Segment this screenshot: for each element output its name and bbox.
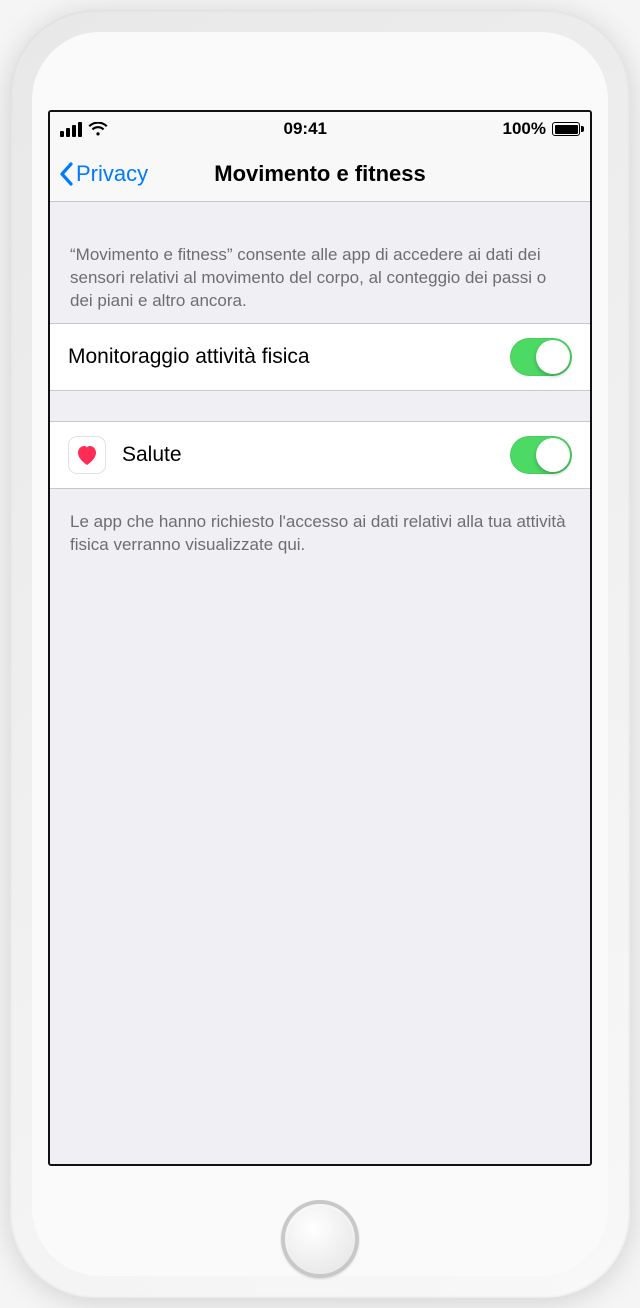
fitness-tracking-group: Monitoraggio attività fisica <box>50 323 590 391</box>
status-left <box>60 122 108 137</box>
back-button[interactable]: Privacy <box>58 161 148 187</box>
screen: 09:41 100% Privacy Movimento e fitness <box>48 110 592 1166</box>
battery-percent-label: 100% <box>503 119 546 139</box>
app-row-salute: Salute <box>50 422 590 488</box>
fitness-tracking-toggle[interactable] <box>510 338 572 376</box>
home-button[interactable] <box>281 1200 359 1278</box>
wifi-icon <box>88 122 108 137</box>
status-bar: 09:41 100% <box>50 112 590 146</box>
section-description-footer: Le app che hanno richiesto l'accesso ai … <box>50 489 590 567</box>
apps-group: Salute <box>50 421 590 489</box>
battery-icon <box>552 122 580 136</box>
back-button-label: Privacy <box>76 161 148 187</box>
fitness-tracking-label: Monitoraggio attività fisica <box>68 345 510 369</box>
chevron-left-icon <box>58 162 74 186</box>
health-app-icon <box>68 436 106 474</box>
app-row-toggle-salute[interactable] <box>510 436 572 474</box>
status-time: 09:41 <box>284 119 327 139</box>
navigation-bar: Privacy Movimento e fitness <box>50 146 590 202</box>
heart-icon <box>75 444 99 466</box>
cellular-signal-icon <box>60 122 82 137</box>
page-title: Movimento e fitness <box>214 161 425 187</box>
fitness-tracking-row: Monitoraggio attività fisica <box>50 324 590 390</box>
phone-device-frame: 09:41 100% Privacy Movimento e fitness <box>10 10 630 1298</box>
content-scroll-area[interactable]: “Movimento e fitness” consente alle app … <box>50 202 590 1164</box>
section-description-intro: “Movimento e fitness” consente alle app … <box>50 202 590 323</box>
status-right: 100% <box>503 119 580 139</box>
app-row-label: Salute <box>122 443 510 467</box>
